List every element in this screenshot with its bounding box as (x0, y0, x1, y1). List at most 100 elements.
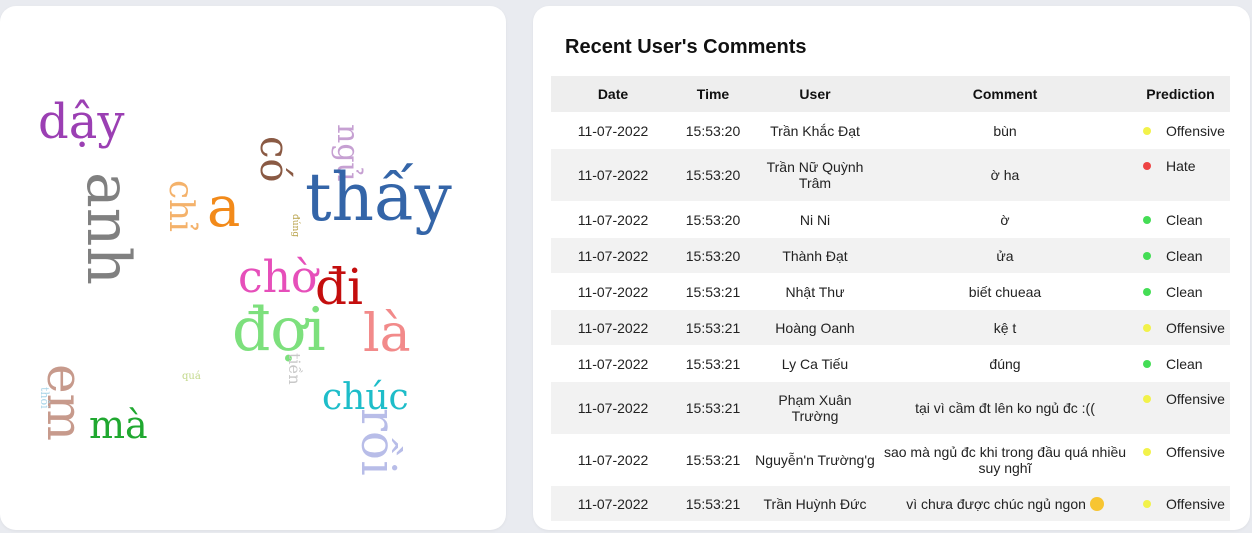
word-cloud-word: tiền (285, 353, 304, 385)
prediction-status-dot-icon (1143, 359, 1151, 368)
word-cloud-panel: dậy anh chỉ a có ngủ thấy đúng chờ đi đợi là tiền quá… (0, 6, 506, 530)
prediction-label: Clean (1166, 355, 1203, 372)
table-row: 11-07-2022 15:53:20 Thành Đạt ửa Clean (551, 238, 1230, 274)
prediction-label: Offensive (1166, 391, 1225, 407)
cell-time: 15:53:20 (685, 247, 741, 264)
cell-comment: đúng (879, 356, 1131, 372)
prediction-label: Clean (1166, 283, 1203, 300)
word-cloud-word: thấy (305, 159, 452, 236)
cell-prediction: Clean (1131, 248, 1230, 264)
cell-time: 15:53:20 (685, 167, 741, 183)
cell-prediction: Offensive (1131, 496, 1230, 512)
cell-user: Hoàng Oanh (775, 319, 855, 336)
table-row: 11-07-2022 15:53:21 Hoàng Oanh kệ t Offensiv… (551, 310, 1230, 346)
word-cloud-word: anh (73, 172, 143, 286)
table-row: 11-07-2022 15:53:21 Nguyễn'n Trường'g sao m… (551, 435, 1230, 486)
comments-table: Date Time User Comment Prediction 11-07-… (551, 76, 1230, 522)
cell-user: Nhật Thư (785, 283, 845, 300)
comment-text: biết chueaa (968, 283, 1042, 300)
cell-comment: ờ ha (879, 167, 1131, 183)
header-comment: Comment (972, 86, 1038, 102)
cell-date: 11-07-2022 (577, 452, 649, 468)
word-cloud-word: mà (89, 403, 148, 447)
cell-date: 11-07-2022 (577, 400, 649, 416)
disappointed-face-icon (1089, 496, 1104, 511)
comment-text: vì chưa được chúc ngủ ngon (906, 495, 1086, 512)
prediction-status-dot-icon (1143, 162, 1151, 170)
cell-date: 11-07-2022 (577, 319, 649, 336)
table-row: 11-07-2022 15:53:21 Phạm Xuân Trường tại vì… (551, 382, 1230, 435)
cell-comment: tại vì cầm đt lên ko ngủ đc :(( (879, 400, 1131, 416)
prediction-status-dot-icon (1143, 287, 1151, 296)
table-row: 11-07-2022 15:53:21 Nhật Thư biết chueaa Cle… (551, 274, 1230, 310)
cell-comment: ửa (879, 248, 1131, 264)
comment-text: đúng (989, 355, 1021, 372)
table-row: 11-07-2022 15:53:20 Trần Khắc Đạt bùn Offens… (551, 113, 1230, 149)
comment-text: kệ t (993, 319, 1017, 336)
table-header-row: Date Time User Comment Prediction (551, 76, 1230, 113)
cell-comment: vì chưa được chúc ngủ ngon (879, 496, 1131, 512)
cell-time: 15:53:21 (685, 319, 741, 336)
word-cloud-word: quá (182, 371, 201, 382)
prediction-status-dot-icon (1143, 448, 1151, 456)
cell-prediction: Offensive (1131, 382, 1230, 407)
cell-comment: ờ (879, 212, 1131, 228)
cell-user: Trần Khắc Đạt (770, 122, 860, 139)
cell-time: 15:53:21 (685, 283, 741, 300)
word-cloud-word: chờ (238, 252, 318, 303)
cell-user: Trần Huỳnh Đức (763, 495, 867, 512)
prediction-status-dot-icon (1143, 215, 1151, 224)
prediction-status-dot-icon (1143, 126, 1151, 135)
word-cloud-word: đúng (290, 214, 300, 238)
cell-prediction: Offensive (1131, 435, 1230, 460)
comment-text: sao mà ngủ đc khi trong đầu quá nhiều su… (883, 444, 1127, 476)
cell-prediction: Offensive (1131, 123, 1230, 139)
cell-date: 11-07-2022 (577, 355, 649, 372)
comment-text: tại vì cầm đt lên ko ngủ đc :(( (915, 400, 1095, 416)
cell-user: Ly Ca Tiếu (781, 355, 849, 372)
prediction-label: Clean (1166, 211, 1203, 228)
cell-date: 11-07-2022 (577, 211, 649, 228)
cell-prediction: Hate (1131, 149, 1230, 174)
word-cloud-word: rồi (350, 408, 406, 476)
cell-comment: kệ t (879, 320, 1131, 336)
header-prediction: Prediction (1146, 86, 1215, 102)
header-user: User (799, 86, 831, 102)
comment-text: bùn (993, 122, 1017, 139)
prediction-label: Offensive (1166, 319, 1225, 336)
prediction-label: Hate (1166, 158, 1196, 174)
table-row: 11-07-2022 15:53:21 Ly Ca Tiếu đúng Clean (551, 346, 1230, 382)
comment-text: ờ ha (990, 167, 1020, 183)
cell-prediction: Offensive (1131, 320, 1230, 336)
table-body: 11-07-2022 15:53:20 Trần Khắc Đạt bùn Offens… (551, 113, 1230, 522)
prediction-label: Offensive (1166, 122, 1225, 139)
word-cloud-word: dậy (38, 94, 125, 150)
cell-date: 11-07-2022 (577, 283, 649, 300)
word-cloud-word: thôi (38, 387, 51, 409)
prediction-status-dot-icon (1143, 323, 1151, 332)
cell-comment: bùn (879, 123, 1131, 139)
cell-time: 15:53:20 (685, 211, 741, 228)
cell-prediction: Clean (1131, 284, 1230, 300)
cell-date: 11-07-2022 (577, 247, 649, 264)
cell-time: 15:53:21 (685, 400, 741, 416)
cell-prediction: Clean (1131, 356, 1230, 372)
cell-time: 15:53:21 (685, 452, 741, 468)
prediction-label: Clean (1166, 247, 1203, 264)
cell-comment: biết chueaa (879, 284, 1131, 300)
word-cloud-word: chỉ (161, 180, 201, 232)
cell-time: 15:53:21 (685, 495, 741, 512)
prediction-label: Offensive (1166, 444, 1225, 460)
cell-user: Phạm Xuân Trường (778, 392, 852, 424)
cell-prediction: Clean (1131, 212, 1230, 228)
cell-comment: sao mà ngủ đc khi trong đầu quá nhiều su… (879, 444, 1131, 476)
comment-text: ờ (1000, 211, 1010, 228)
cell-time: 15:53:20 (685, 122, 741, 139)
word-cloud-word: đợi (232, 295, 326, 365)
word-cloud-word: là (363, 304, 411, 364)
cell-user: Nguyễn'n Trường'g (755, 452, 875, 468)
prediction-status-dot-icon (1143, 251, 1151, 260)
word-cloud-word: a (207, 175, 241, 240)
table-row: 11-07-2022 15:53:20 Trần Nữ Quỳnh Trâm ờ ha… (551, 149, 1230, 202)
table-row: 11-07-2022 15:53:21 Trần Huỳnh Đức vì chưa … (551, 486, 1230, 522)
